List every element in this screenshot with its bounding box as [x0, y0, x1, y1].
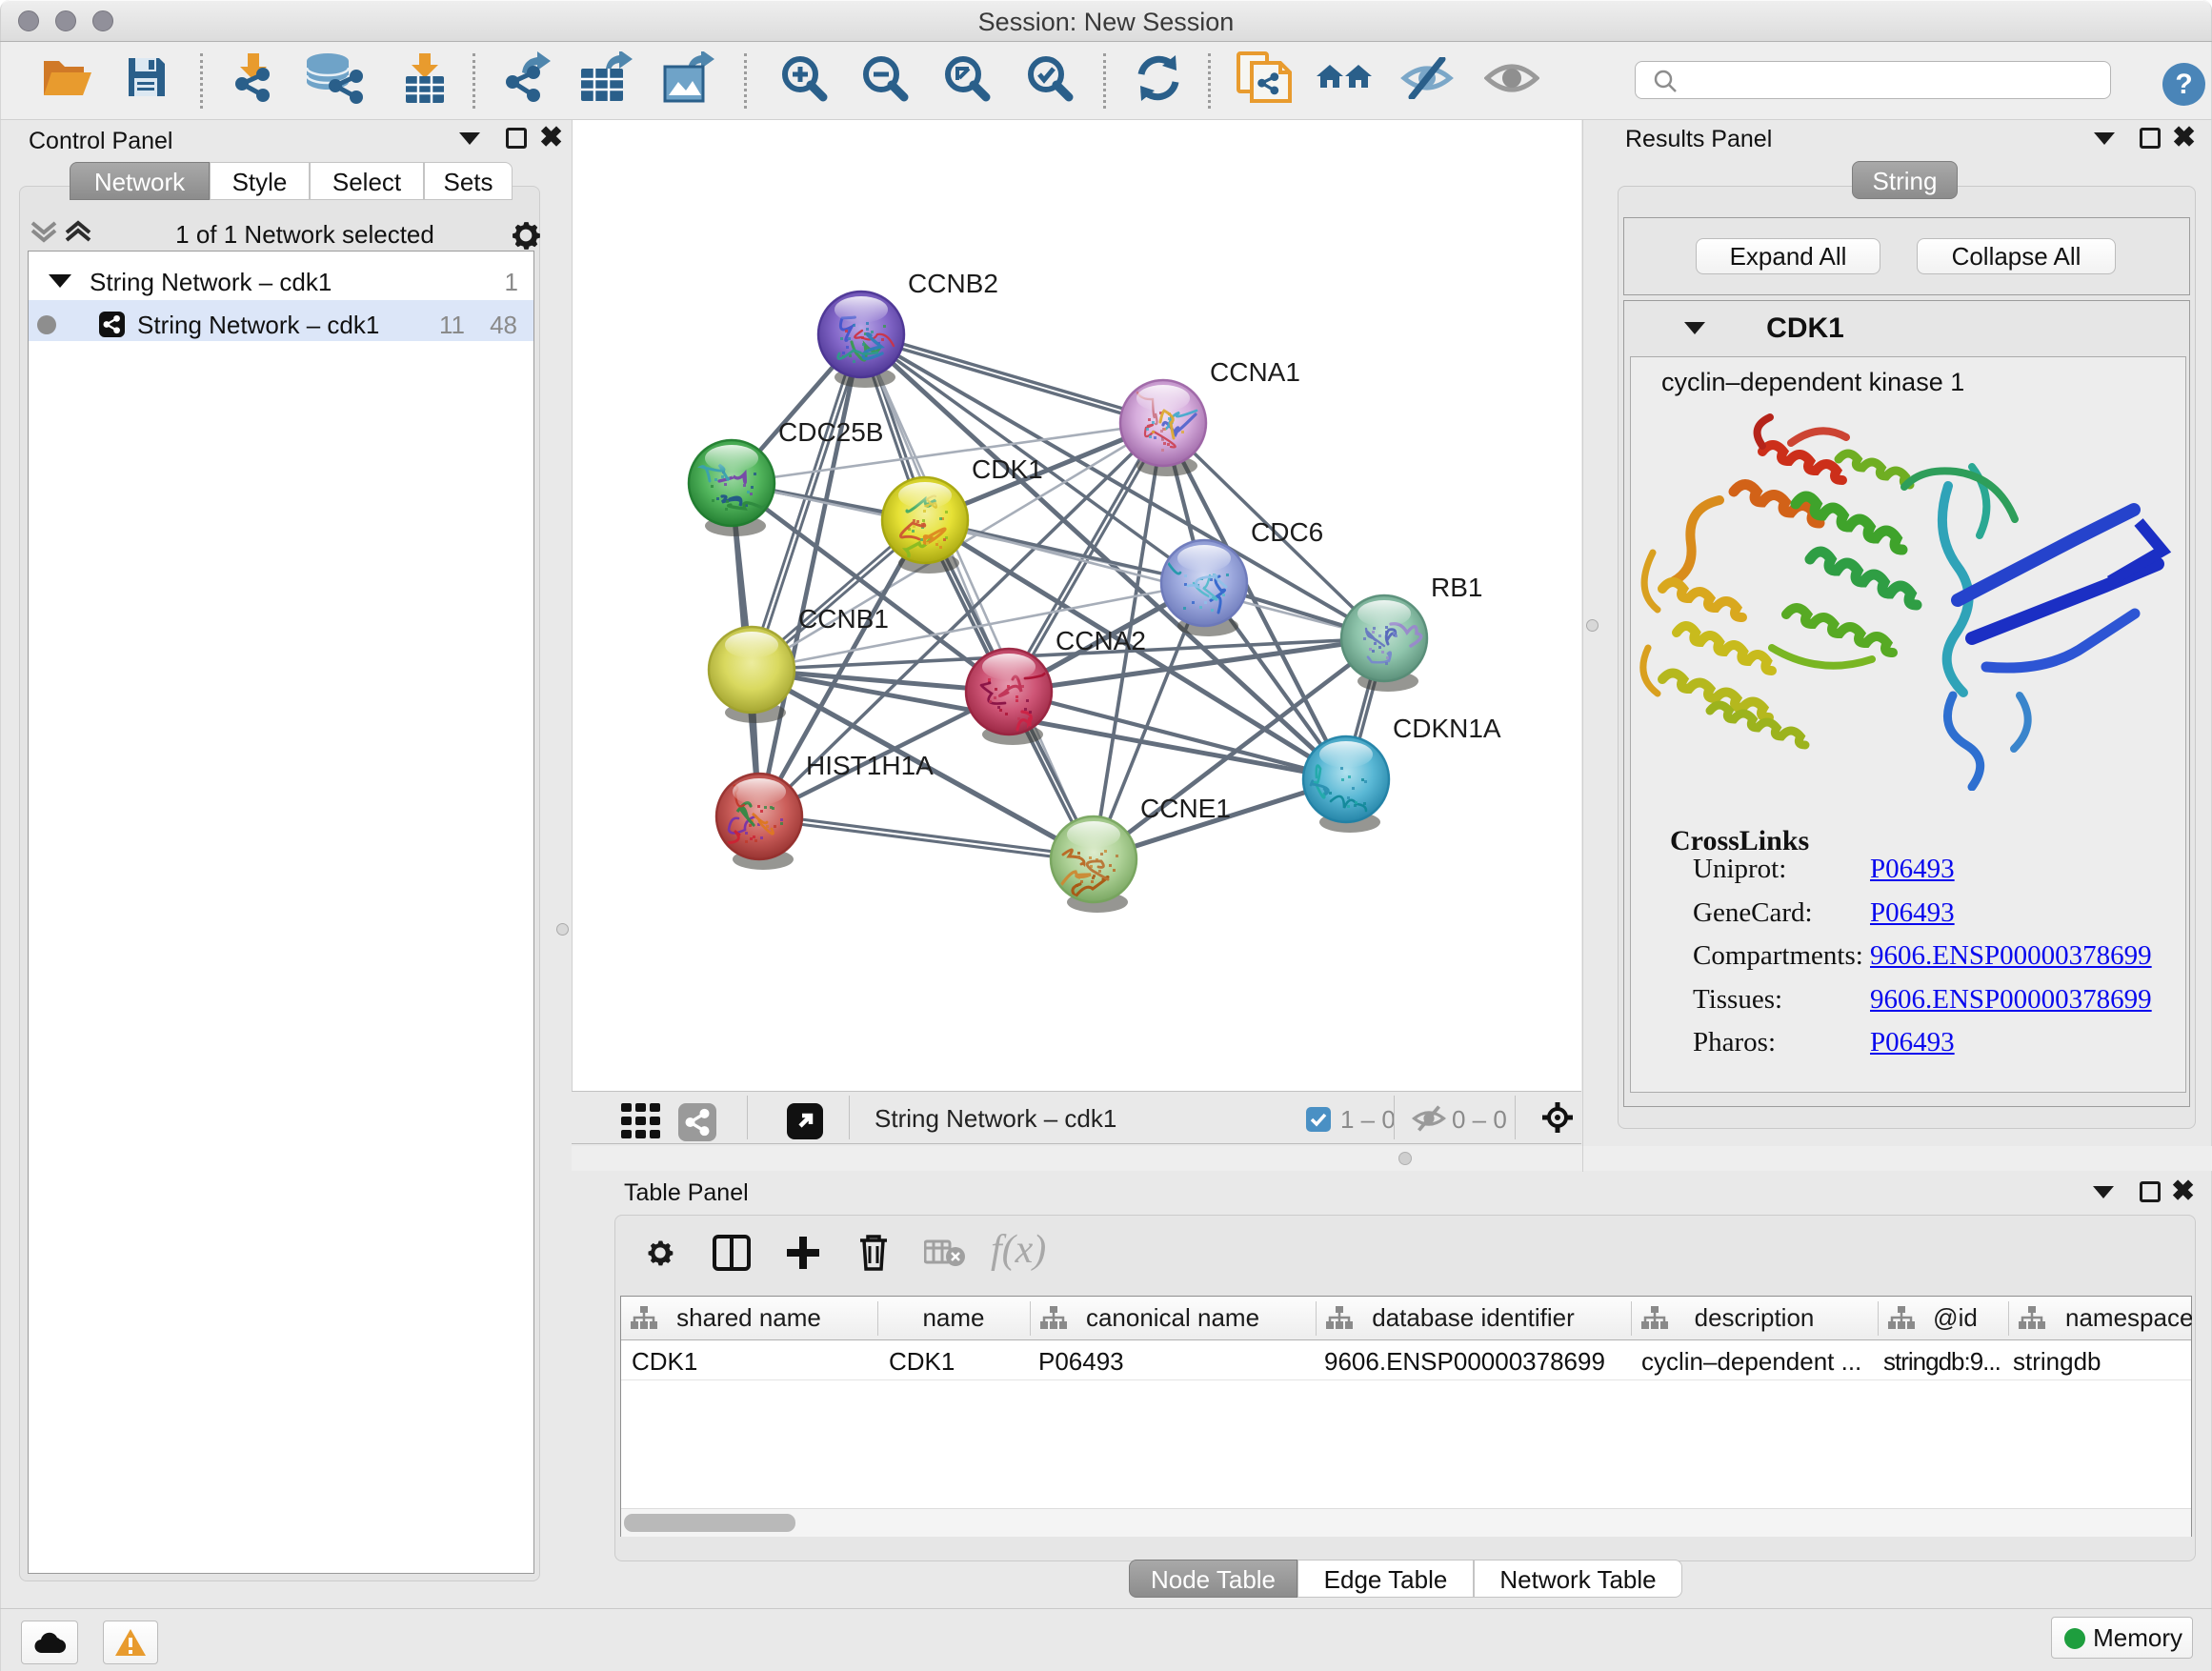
svg-text:CCNB2: CCNB2 [908, 269, 998, 298]
svg-text:CCNE1: CCNE1 [1140, 794, 1231, 823]
svg-text:RB1: RB1 [1431, 573, 1482, 602]
svg-text:CDKN1A: CDKN1A [1393, 714, 1501, 743]
svg-text:CDC25B: CDC25B [778, 417, 883, 447]
svg-text:CCNB1: CCNB1 [798, 604, 889, 634]
svg-text:CDK1: CDK1 [972, 454, 1043, 484]
svg-text:CCNA2: CCNA2 [1056, 626, 1146, 655]
svg-text:HIST1H1A: HIST1H1A [806, 751, 934, 780]
svg-text:CCNA1: CCNA1 [1210, 357, 1300, 387]
svg-text:CDC6: CDC6 [1251, 517, 1323, 547]
